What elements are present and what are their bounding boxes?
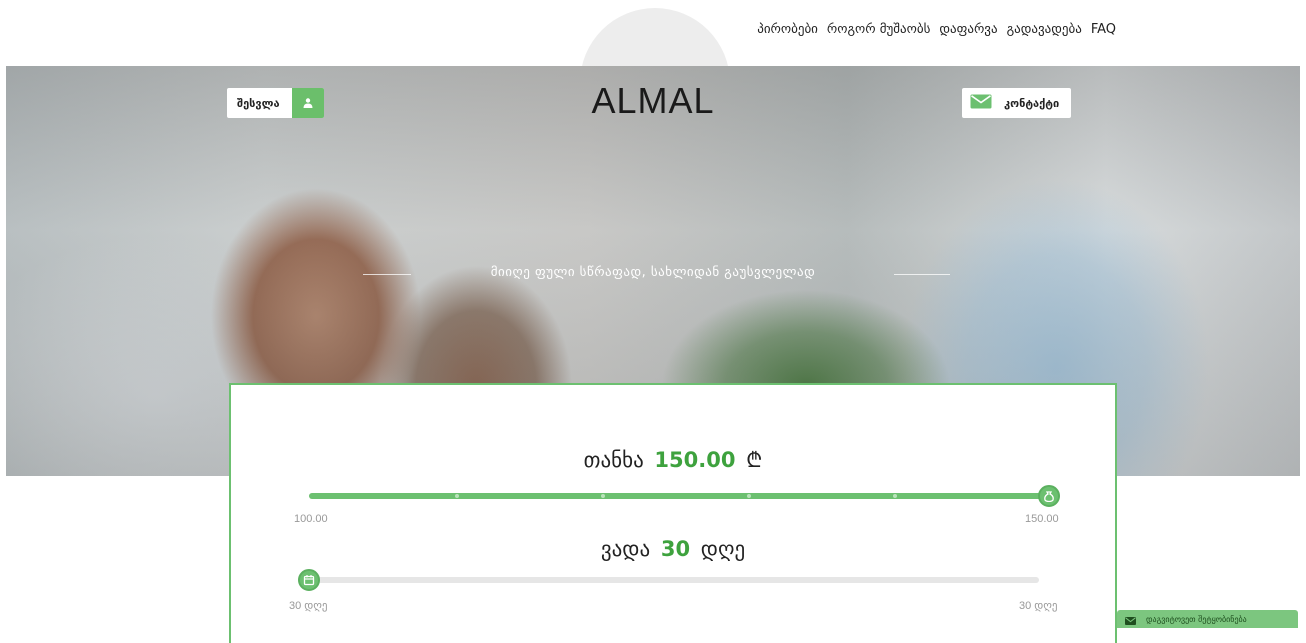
amount-slider-fill xyxy=(309,493,1049,499)
term-slider-handle[interactable] xyxy=(298,569,320,591)
amount-slider-handle[interactable] xyxy=(1038,485,1060,507)
top-navigation: პირობები როგორ მუშაობს დაფარვა გადავადებ… xyxy=(0,0,1306,158)
amount-slider-track[interactable] xyxy=(309,485,1060,507)
nav-item-repayment[interactable]: დაფარვა xyxy=(939,22,997,37)
amount-max-label: 150.00 xyxy=(1025,513,1059,525)
term-min-label: 30 დღე xyxy=(289,600,328,612)
money-bag-icon xyxy=(1043,487,1055,506)
nav-item-extension[interactable]: გადავადება xyxy=(1007,22,1082,37)
nav-links: პირობები როგორ მუშაობს დაფარვა გადავადებ… xyxy=(757,22,1116,37)
nav-item-faq[interactable]: FAQ xyxy=(1091,22,1116,37)
loan-calculator: თანხა 150.00 ₾ 100.00 150.00 ვადა 30 დღე xyxy=(229,383,1117,643)
amount-heading: თანხა 150.00 ₾ xyxy=(231,446,1115,474)
contact-label: კონტაქტი xyxy=(1004,96,1060,110)
envelope-icon xyxy=(970,94,992,113)
amount-slider-tick xyxy=(455,494,459,498)
amount-value: 150.00 xyxy=(654,448,736,472)
amount-label: თანხა xyxy=(583,448,644,472)
amount-min-label: 100.00 xyxy=(294,513,328,525)
contact-button[interactable]: კონტაქტი xyxy=(962,88,1072,118)
term-heading: ვადა 30 დღე xyxy=(231,537,1115,561)
amount-slider-tick xyxy=(893,494,897,498)
feedback-label: დაგვიტოვეთ შეტყობინება xyxy=(1146,614,1247,624)
term-value: 30 xyxy=(660,537,691,561)
term-max-label: 30 დღე xyxy=(1019,600,1058,612)
nav-item-how-it-works[interactable]: როგორ მუშაობს xyxy=(827,22,930,37)
term-slider-track[interactable] xyxy=(298,569,1039,591)
term-unit: დღე xyxy=(700,537,746,561)
hero-tagline: მიიღე ფული სწრაფად, სახლიდან გაუსვლელად xyxy=(490,265,816,280)
amount-slider-tick xyxy=(747,494,751,498)
nav-item-terms[interactable]: პირობები xyxy=(757,22,818,37)
site-logo[interactable]: ALMAL xyxy=(6,80,1300,122)
amount-slider-tick xyxy=(601,494,605,498)
currency-symbol: ₾ xyxy=(746,448,763,472)
calendar-icon xyxy=(303,571,315,590)
feedback-tab[interactable]: დაგვიტოვეთ შეტყობინება xyxy=(1117,610,1298,628)
term-label: ვადა xyxy=(600,537,651,561)
envelope-icon xyxy=(1125,610,1136,629)
